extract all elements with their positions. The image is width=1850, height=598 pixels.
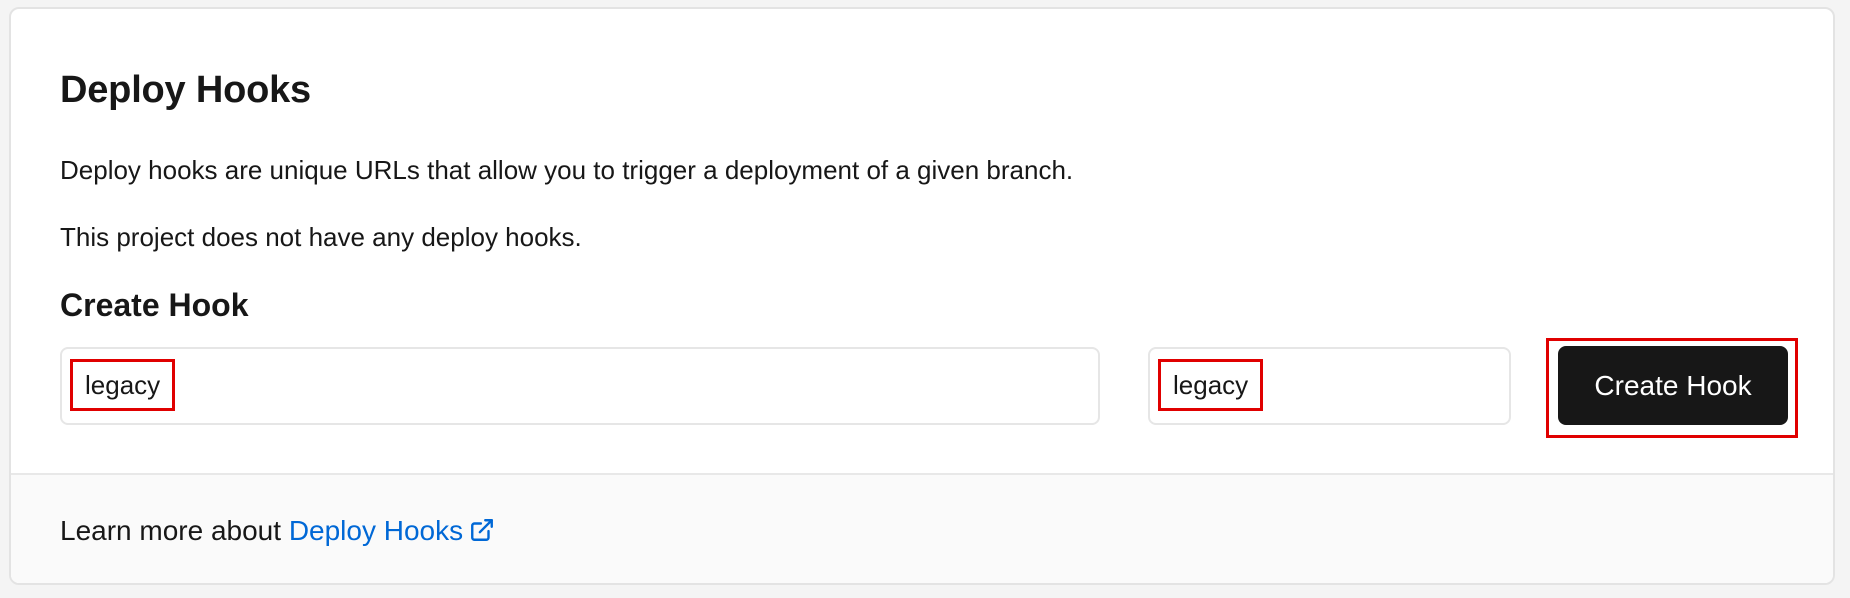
branch-name-value: legacy bbox=[1158, 359, 1264, 411]
create-hook-button[interactable]: Create Hook bbox=[1558, 346, 1788, 425]
external-link-icon bbox=[469, 517, 495, 550]
branch-name-input[interactable]: legacy bbox=[1148, 347, 1511, 425]
empty-state-text: This project does not have any deploy ho… bbox=[60, 222, 582, 252]
card-body: Deploy Hooks Deploy hooks are unique URL… bbox=[11, 9, 1833, 473]
card-footer: Learn more about Deploy Hooks bbox=[11, 473, 1833, 583]
footer-text: Learn more about Deploy Hooks bbox=[60, 515, 495, 550]
deploy-hooks-card: Deploy Hooks Deploy hooks are unique URL… bbox=[9, 7, 1835, 585]
create-hook-heading: Create Hook bbox=[60, 287, 249, 323]
hook-name-input[interactable]: legacy bbox=[60, 347, 1100, 425]
deploy-hooks-docs-link[interactable]: Deploy Hooks bbox=[289, 515, 495, 546]
section-title: Deploy Hooks bbox=[60, 69, 311, 111]
section-description: Deploy hooks are unique URLs that allow … bbox=[60, 155, 1074, 185]
deploy-hooks-link-label: Deploy Hooks bbox=[288, 515, 464, 546]
hook-name-value: legacy bbox=[70, 359, 176, 411]
footer-prefix: Learn more about bbox=[60, 515, 289, 546]
